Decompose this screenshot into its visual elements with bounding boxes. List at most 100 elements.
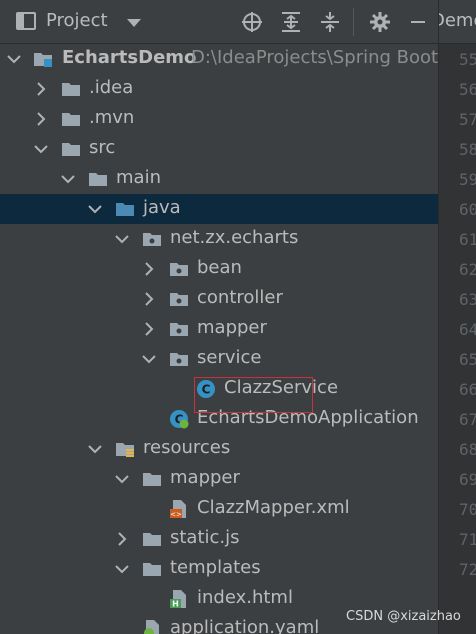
package-icon <box>170 353 188 366</box>
toolbar-separator <box>353 8 354 36</box>
gear-icon[interactable] <box>368 10 392 34</box>
chevron-down-icon[interactable] <box>114 231 130 247</box>
resources-folder-icon <box>116 443 134 457</box>
line-number: 56 <box>459 80 476 99</box>
folder-icon <box>143 473 161 486</box>
editor-tab[interactable]: Demo <box>439 0 476 44</box>
tree-label: controller <box>197 287 283 308</box>
package-icon <box>143 233 161 246</box>
line-number: 67 <box>459 410 476 429</box>
tree-row-templates[interactable]: templates <box>0 554 438 584</box>
tree-root-path: D:\IdeaProjects\Spring Boot\ <box>191 47 438 68</box>
tree-label: .idea <box>89 77 134 98</box>
line-number: 59 <box>459 170 476 189</box>
line-number: 58 <box>459 140 476 159</box>
chevron-down-icon[interactable] <box>60 171 76 187</box>
tree-label: resources <box>143 437 231 458</box>
collapse-all-icon[interactable] <box>318 10 342 34</box>
spring-boot-class-icon: C <box>170 410 189 429</box>
chevron-right-icon[interactable] <box>33 111 49 127</box>
tree-row-root[interactable]: EchartsDemo D:\IdeaProjects\Spring Boot\ <box>0 44 438 74</box>
chevron-down-icon[interactable] <box>87 201 103 217</box>
line-number: 61 <box>459 230 476 249</box>
module-folder-icon <box>34 53 52 67</box>
tree-row-mvn[interactable]: .mvn <box>0 104 438 134</box>
tree-label: application.yaml <box>170 617 320 634</box>
highlight-box <box>194 377 313 413</box>
line-number: 71 <box>459 530 476 549</box>
line-number: 62 <box>459 260 476 279</box>
tree-label: static.js <box>170 527 240 548</box>
chevron-down-icon[interactable] <box>6 51 22 67</box>
chevron-down-icon[interactable] <box>87 441 103 457</box>
chevron-down-icon[interactable] <box>114 561 130 577</box>
package-icon <box>170 263 188 276</box>
line-number: 65 <box>459 350 476 369</box>
html-file-icon: H <box>170 590 186 609</box>
xml-file-icon: <> <box>170 500 186 519</box>
line-number: 68 <box>459 440 476 459</box>
chevron-right-icon[interactable] <box>141 321 157 337</box>
chevron-down-icon[interactable] <box>114 471 130 487</box>
folder-icon <box>62 83 80 96</box>
tree-row-main[interactable]: main <box>0 164 438 194</box>
tree-label: main <box>116 167 161 188</box>
svg-text:<>: <> <box>170 511 182 519</box>
tree-row-resources[interactable]: resources <box>0 434 438 464</box>
folder-icon <box>62 113 80 126</box>
project-view-title[interactable]: Project <box>46 10 108 31</box>
tree-label-root: EchartsDemo <box>62 47 197 68</box>
project-tree: EchartsDemo D:\IdeaProjects\Spring Boot\… <box>0 44 438 634</box>
minimize-icon[interactable] <box>406 10 430 34</box>
tree-label: templates <box>170 557 261 578</box>
tree-row-java[interactable]: java <box>0 194 438 224</box>
tree-row-service[interactable]: service <box>0 344 438 374</box>
chevron-down-icon[interactable] <box>33 141 49 157</box>
tree-row-clazz-mapper-xml[interactable]: <> ClazzMapper.xml <box>0 494 438 524</box>
svg-text:H: H <box>172 600 179 609</box>
tree-label: index.html <box>197 587 293 608</box>
tree-label: ClazzMapper.xml <box>197 497 350 518</box>
line-number: 66 <box>459 380 476 399</box>
tree-label: java <box>143 197 181 218</box>
tree-row-static[interactable]: static.js <box>0 524 438 554</box>
folder-icon <box>143 533 161 546</box>
line-number: 72 <box>459 560 476 579</box>
tree-row-idea[interactable]: .idea <box>0 74 438 104</box>
project-view-icon[interactable] <box>16 12 36 30</box>
chevron-right-icon[interactable] <box>141 291 157 307</box>
yaml-spring-file-icon <box>144 620 159 634</box>
line-number: 63 <box>459 290 476 309</box>
tree-row-package-root[interactable]: net.zx.echarts <box>0 224 438 254</box>
tree-label: bean <box>197 257 242 278</box>
tree-row-mapper-package[interactable]: mapper <box>0 314 438 344</box>
line-number: 60 <box>459 200 476 219</box>
tree-row-bean[interactable]: bean <box>0 254 438 284</box>
dropdown-arrow-icon[interactable] <box>127 19 141 27</box>
watermark: CSDN @xizaizhao <box>346 609 461 624</box>
tree-label: .mvn <box>89 107 135 128</box>
chevron-right-icon[interactable] <box>141 261 157 277</box>
folder-icon <box>143 563 161 576</box>
chevron-down-icon[interactable] <box>141 351 157 367</box>
tree-label: net.zx.echarts <box>170 227 299 248</box>
tree-row-controller[interactable]: controller <box>0 284 438 314</box>
editor-gutter: Demo 55 56 57 58 59 60 61 62 63 64 65 66… <box>438 0 476 634</box>
line-number: 70 <box>459 500 476 519</box>
tree-row-src[interactable]: src <box>0 134 438 164</box>
tree-label: mapper <box>197 317 267 338</box>
tree-label: src <box>89 137 116 158</box>
folder-icon <box>89 173 107 186</box>
project-tool-window-header: Project <box>0 0 476 44</box>
source-folder-icon <box>116 203 134 216</box>
package-icon <box>170 293 188 306</box>
chevron-right-icon[interactable] <box>114 531 130 547</box>
folder-icon <box>62 143 80 156</box>
expand-all-icon[interactable] <box>279 10 303 34</box>
tree-row-mapper-folder[interactable]: mapper <box>0 464 438 494</box>
chevron-right-icon[interactable] <box>33 81 49 97</box>
locate-icon[interactable] <box>240 10 264 34</box>
line-number: 57 <box>459 110 476 129</box>
line-number: 69 <box>459 470 476 489</box>
tree-label: service <box>197 347 262 368</box>
